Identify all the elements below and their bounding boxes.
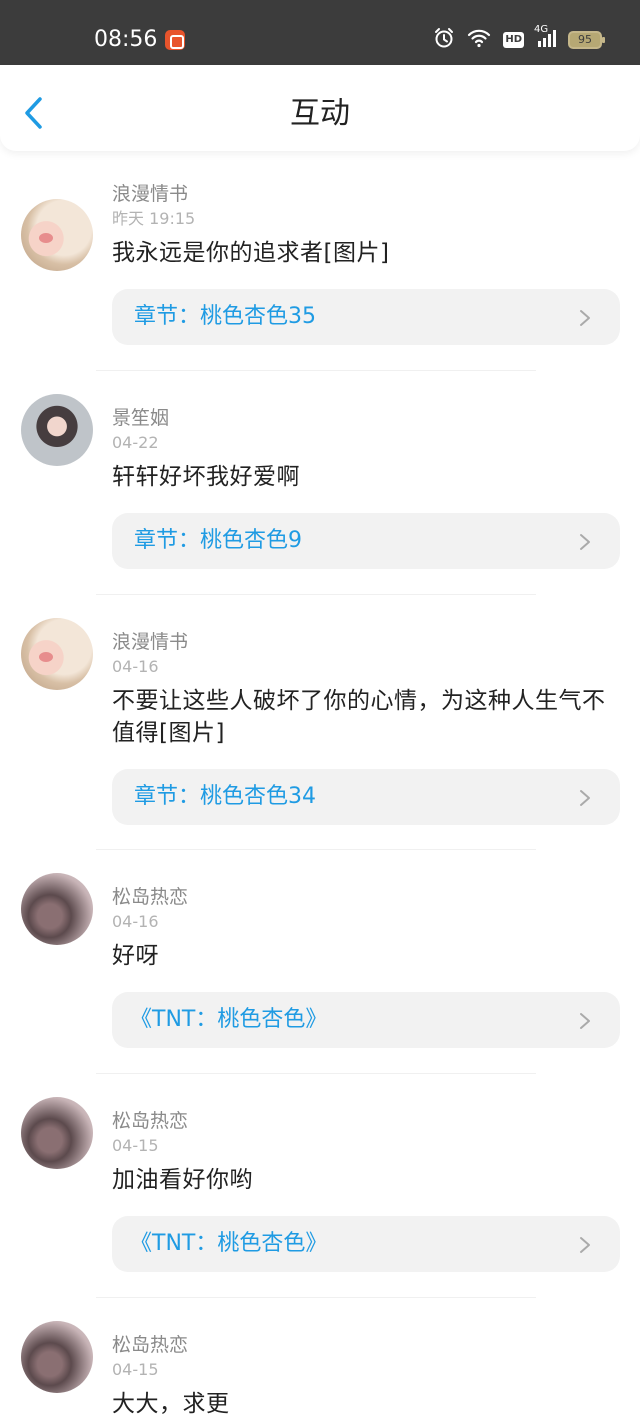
avatar[interactable] <box>21 618 93 690</box>
username[interactable]: 浪漫情书 <box>112 629 620 655</box>
username[interactable]: 松岛热恋 <box>112 1332 620 1358</box>
battery-level: 95 <box>578 33 592 46</box>
timestamp: 04-15 <box>112 1136 159 1155</box>
list-item: 浪漫情书 昨天 19:15 我永远是你的追求者[图片] 章节：桃色杏色35 <box>0 181 640 345</box>
list-item: 景笙姻 04-22 轩轩好坏我好爱啊 章节：桃色杏色9 <box>0 394 640 569</box>
chapter-link[interactable]: 章节：桃色杏色34 <box>112 769 620 825</box>
chevron-right-icon <box>580 310 590 326</box>
chevron-right-icon <box>580 534 590 550</box>
chapter-link[interactable]: 章节：桃色杏色9 <box>112 513 620 569</box>
divider <box>96 594 536 595</box>
username[interactable]: 松岛热恋 <box>112 1108 620 1134</box>
username[interactable]: 浪漫情书 <box>112 181 620 207</box>
chapter-label: 章节：桃色杏色35 <box>134 304 316 329</box>
divider <box>96 1073 536 1074</box>
network-type: 4G <box>534 24 549 35</box>
page-header: 互动 <box>0 65 640 151</box>
avatar[interactable] <box>21 1321 93 1393</box>
divider <box>96 1297 536 1298</box>
chevron-right-icon <box>580 1013 590 1029</box>
battery-icon: 95 <box>568 31 605 49</box>
timestamp: 04-22 <box>112 433 159 452</box>
chevron-right-icon <box>580 790 590 806</box>
divider <box>96 370 536 371</box>
username[interactable]: 松岛热恋 <box>112 884 620 910</box>
book-label: 《TNT：桃色杏色》 <box>130 1007 328 1032</box>
chevron-right-icon <box>580 1237 590 1253</box>
avatar[interactable] <box>21 394 93 466</box>
status-bar: 08:56 HD 4G 95 <box>0 0 640 65</box>
chapter-label: 章节：桃色杏色9 <box>134 528 302 553</box>
wifi-icon <box>467 28 491 52</box>
book-label: 《TNT：桃色杏色》 <box>130 1231 328 1256</box>
comment-text: 大大，求更 <box>112 1391 230 1417</box>
list-item: 松岛热恋 04-15 加油看好你哟 《TNT：桃色杏色》 <box>0 1097 640 1272</box>
timestamp: 04-15 <box>112 1360 159 1379</box>
comment-text: 我永远是你的追求者[图片] <box>112 240 390 266</box>
comment-text: 好呀 <box>112 943 159 969</box>
app-notification-icon <box>165 30 185 50</box>
timestamp: 04-16 <box>112 912 159 931</box>
status-time: 08:56 <box>94 27 158 52</box>
alarm-icon <box>433 27 455 53</box>
timestamp: 昨天 19:15 <box>112 209 196 228</box>
comment-text: 轩轩好坏我好爱啊 <box>112 464 300 490</box>
divider <box>96 849 536 850</box>
book-link[interactable]: 《TNT：桃色杏色》 <box>112 1216 620 1272</box>
comment-text: 不要让这些人破坏了你的心情，为这种人生气不值得[图片] <box>112 688 606 746</box>
timestamp: 04-16 <box>112 657 159 676</box>
status-icons: HD 4G 95 <box>421 24 605 53</box>
page-title: 互动 <box>290 96 350 131</box>
list-item: 松岛热恋 04-15 大大，求更 <box>0 1321 640 1420</box>
avatar[interactable] <box>21 1097 93 1169</box>
signal-icon: 4G <box>534 24 556 52</box>
book-link[interactable]: 《TNT：桃色杏色》 <box>112 992 620 1048</box>
chapter-link[interactable]: 章节：桃色杏色35 <box>112 289 620 345</box>
avatar[interactable] <box>21 199 93 271</box>
list-item: 浪漫情书 04-16 不要让这些人破坏了你的心情，为这种人生气不值得[图片] 章… <box>0 618 640 825</box>
list-item: 松岛热恋 04-16 好呀 《TNT：桃色杏色》 <box>0 873 640 1048</box>
comment-text: 加油看好你哟 <box>112 1167 253 1193</box>
username[interactable]: 景笙姻 <box>112 405 620 431</box>
hd-badge: HD <box>503 32 524 48</box>
avatar[interactable] <box>21 873 93 945</box>
chapter-label: 章节：桃色杏色34 <box>134 784 316 809</box>
